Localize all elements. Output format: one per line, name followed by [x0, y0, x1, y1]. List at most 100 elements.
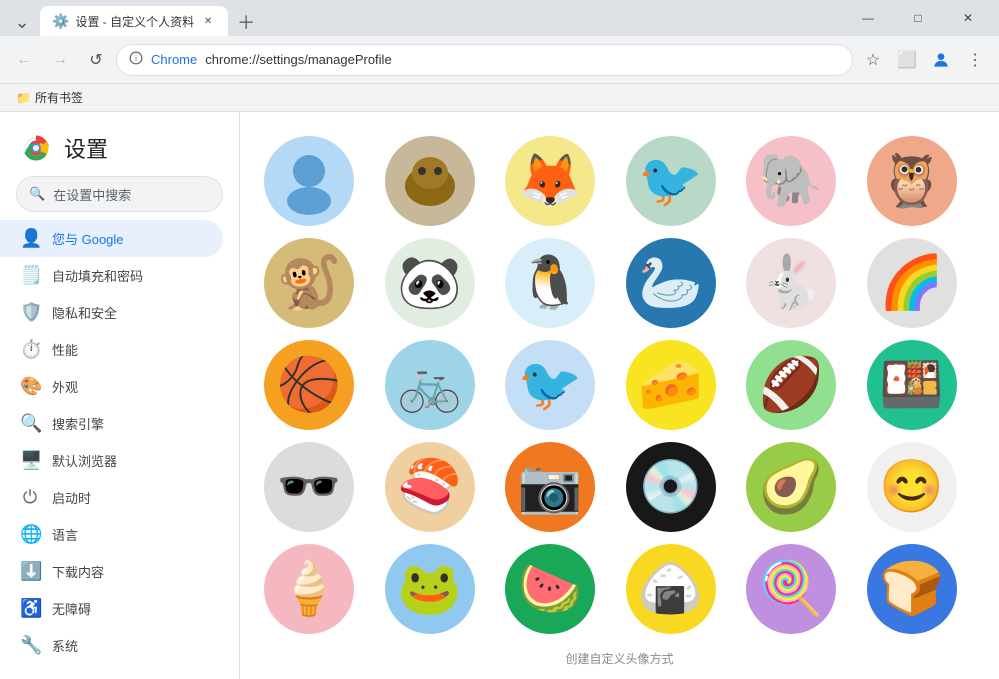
nav-icon-autofill: 🗒️ [20, 265, 40, 286]
search-placeholder: 在设置中搜索 [53, 185, 131, 204]
nav-icon-download: ⬇️ [20, 561, 40, 582]
nav-label-startup: 启动时 [52, 488, 91, 507]
nav-icon-performance: ⏱️ [20, 339, 40, 360]
avatar-item[interactable]: 🍉 [505, 544, 595, 634]
avatar-grid: 🦊 🐦 🐘 🦉 🐒 🐼 🐧 🦢 🐇 🌈 🏀 🚲 🐦 🧀 🏈 🍱 🕶️ 🍣 📷 💿 🥑 😊 🍦 🐸 🍉 🍙 🍭 🍞 [264, 128, 975, 642]
navbar: ← → ↺ i Chrome chrome://settings/manageP… [0, 36, 999, 84]
reload-button[interactable]: ↺ [80, 44, 112, 76]
avatar-item[interactable]: 🏈 [746, 340, 836, 430]
avatar-item[interactable]: 🐦 [505, 340, 595, 430]
tab-close-button[interactable]: ✕ [200, 13, 216, 29]
forward-button[interactable]: → [44, 44, 76, 76]
avatar-item[interactable]: 🥑 [746, 442, 836, 532]
sidebar-item-language[interactable]: 🌐语言 [0, 516, 223, 553]
nav-label-language: 语言 [52, 525, 78, 544]
avatar-item[interactable]: 🍞 [867, 544, 957, 634]
sidebar-item-google[interactable]: 👤 您与 Google [0, 220, 223, 257]
avatar-item[interactable] [264, 136, 354, 226]
avatar-item[interactable]: 💿 [626, 442, 716, 532]
nav-actions: ☆ ⬜ ⋮ [857, 44, 991, 76]
avatar-item[interactable]: 🧀 [626, 340, 716, 430]
sidebar-item-appearance[interactable]: 🎨外观 [0, 368, 223, 405]
nav-icon-google: 👤 [20, 228, 40, 249]
avatar-item[interactable]: 🕶️ [264, 442, 354, 532]
avatar-item[interactable]: 🐘 [746, 136, 836, 226]
window-controls: — □ ✕ [845, 0, 991, 36]
split-screen-button[interactable]: ⬜ [891, 44, 923, 76]
avatar-item[interactable]: 🍙 [626, 544, 716, 634]
sidebar-item-download[interactable]: ⬇️下载内容 [0, 553, 223, 590]
close-button[interactable]: ✕ [945, 0, 991, 36]
avatar-item[interactable]: 🐼 [385, 238, 475, 328]
sidebar-item-performance[interactable]: ⏱️ 性能 [0, 331, 223, 368]
sidebar-item-browser[interactable]: 🖥️默认浏览器 [0, 442, 223, 479]
nav-icon-accessibility: ♿ [20, 598, 40, 619]
brand-name: Chrome [151, 52, 197, 67]
svg-text:i: i [135, 56, 137, 63]
new-tab-button[interactable]: ＋ [232, 8, 260, 36]
bookmarks-item-all[interactable]: 📁 所有书签 [8, 87, 91, 108]
avatar-item[interactable]: 🏀 [264, 340, 354, 430]
maximize-button[interactable]: □ [895, 0, 941, 36]
sidebar-header: 设置 [0, 120, 239, 176]
avatar-item[interactable]: 🍱 [867, 340, 957, 430]
profile-button[interactable] [925, 44, 957, 76]
avatar-item[interactable]: 🐧 [505, 238, 595, 328]
nav-label-privacy: 隐私和安全 [52, 303, 117, 322]
tab-title: 设置 - 自定义个人资料 [75, 13, 194, 30]
nav-label-autofill: 自动填充和密码 [52, 266, 143, 285]
avatar-item[interactable]: 🍣 [385, 442, 475, 532]
avatar-item[interactable]: 🍦 [264, 544, 354, 634]
avatar-item[interactable]: 🦉 [867, 136, 957, 226]
avatar-item[interactable]: 🐦 [626, 136, 716, 226]
sidebar-item-privacy[interactable]: 🛡️ 隐私和安全 [0, 294, 223, 331]
address-bar[interactable]: i Chrome chrome://settings/manageProfile [116, 44, 853, 76]
sidebar-title: 设置 [64, 132, 108, 164]
titlebar: ⌄ ⚙️ 设置 - 自定义个人资料 ✕ ＋ — □ ✕ [0, 0, 999, 36]
chrome-logo-icon [20, 132, 52, 164]
sidebar-item-autofill[interactable]: 🗒️ 自动填充和密码 [0, 257, 223, 294]
sidebar-item-system[interactable]: 🔧系统 [0, 627, 223, 664]
nav-label-google: 您与 Google [52, 229, 124, 248]
nav-label-appearance: 外观 [52, 377, 78, 396]
sidebar-item-startup[interactable]: ⏻ 启动时 [0, 479, 223, 516]
nav-icon-startup: ⏻ [20, 487, 40, 508]
active-tab[interactable]: ⚙️ 设置 - 自定义个人资料 ✕ [40, 6, 228, 36]
avatar-item[interactable] [385, 136, 475, 226]
avatar-item[interactable]: 🍭 [746, 544, 836, 634]
tab-bar: ⌄ ⚙️ 设置 - 自定义个人资料 ✕ ＋ [8, 0, 845, 36]
avatar-item[interactable]: 🦊 [505, 136, 595, 226]
avatar-item[interactable]: 🚲 [385, 340, 475, 430]
bookmark-button[interactable]: ☆ [857, 44, 889, 76]
sidebar-item-search[interactable]: 🔍 搜索引擎 [0, 405, 223, 442]
content-area: 🦊🐦🐘🦉🐒🐼🐧🦢🐇🌈🏀🚲🐦🧀🏈🍱🕶️🍣📷💿🥑😊🍦🐸🍉🍙🍭🍞 创建自定义头像方式 [240, 112, 999, 679]
sidebar-item-accessibility[interactable]: ♿ 无障碍 [0, 590, 223, 627]
menu-button[interactable]: ⋮ [959, 44, 991, 76]
sidebar-nav: 👤 您与 Google 🗒️ 自动填充和密码 🛡️ 隐私和安全 ⏱️ 性能 🎨外观 🔍 搜索引擎 🖥️… [0, 220, 239, 664]
nav-label-performance: 性能 [52, 340, 78, 359]
lock-icon: i [129, 51, 143, 68]
avatar-item[interactable]: 📷 [505, 442, 595, 532]
minimize-button[interactable]: — [845, 0, 891, 36]
tab-list-button[interactable]: ⌄ [8, 8, 36, 36]
bookmarks-bar: 📁 所有书签 [0, 84, 999, 112]
bookmarks-label: 所有书签 [35, 89, 83, 106]
avatar-item[interactable]: 🌈 [867, 238, 957, 328]
sidebar: 设置 🔍 在设置中搜索 👤 您与 Google 🗒️ 自动填充和密码 🛡️ 隐私和安全 ⏱️… [0, 112, 240, 679]
nav-label-accessibility: 无障碍 [52, 599, 91, 618]
avatar-item[interactable]: 😊 [867, 442, 957, 532]
nav-label-search: 搜索引擎 [52, 414, 104, 433]
avatar-item[interactable]: 🐇 [746, 238, 836, 328]
back-button[interactable]: ← [8, 44, 40, 76]
avatar-item[interactable]: 🐒 [264, 238, 354, 328]
nav-icon-system: 🔧 [20, 635, 40, 656]
nav-icon-privacy: 🛡️ [20, 302, 40, 323]
nav-icon-browser: 🖥️ [20, 450, 40, 471]
sidebar-search-bar[interactable]: 🔍 在设置中搜索 [16, 176, 223, 212]
search-icon: 🔍 [29, 186, 45, 202]
avatar-item[interactable]: 🐸 [385, 544, 475, 634]
avatar-item[interactable]: 🦢 [626, 238, 716, 328]
nav-icon-search: 🔍 [20, 413, 40, 434]
address-text: chrome://settings/manageProfile [205, 52, 840, 67]
tab-favicon: ⚙️ [52, 13, 69, 30]
